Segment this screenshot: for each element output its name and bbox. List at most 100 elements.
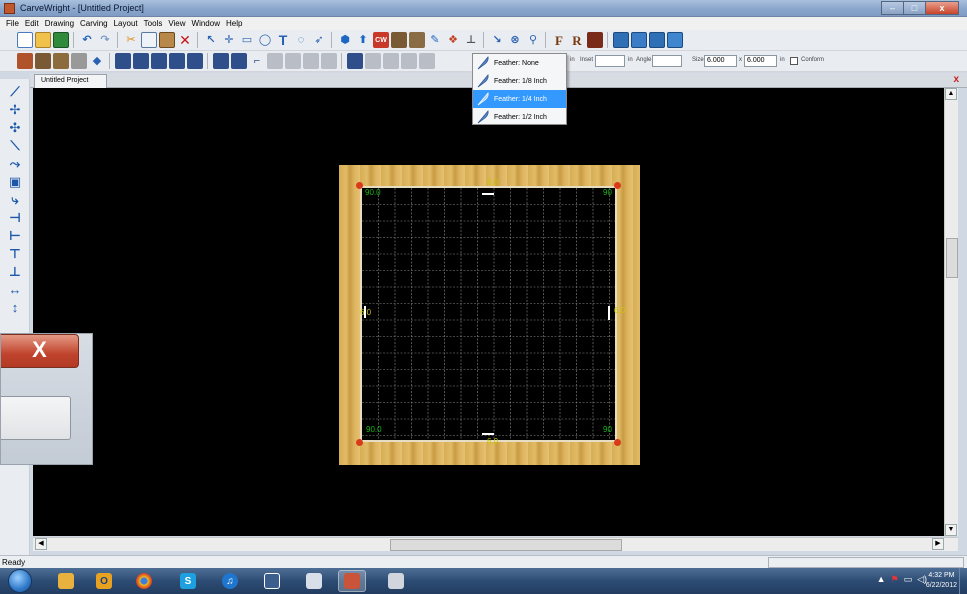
delete-icon[interactable]: ✕ xyxy=(177,32,193,48)
layer-4-icon[interactable] xyxy=(401,53,417,69)
carve-2-icon[interactable] xyxy=(133,53,149,69)
skype-taskbar-icon[interactable]: S xyxy=(174,570,202,592)
horizontal-scroll-thumb[interactable] xyxy=(390,539,622,551)
bezier-tool-icon[interactable]: ⤳ xyxy=(8,156,22,171)
front-view-icon[interactable]: F xyxy=(551,32,567,48)
cw-icon[interactable]: CW xyxy=(373,32,389,48)
adjust-1-icon[interactable] xyxy=(267,53,283,69)
carve-region-icon[interactable]: ⬢ xyxy=(337,32,353,48)
carve-1-icon[interactable] xyxy=(115,53,131,69)
corner-handle-top-left[interactable] xyxy=(356,182,363,189)
corner-handle-bottom-left[interactable] xyxy=(356,439,363,446)
pattern-icon[interactable] xyxy=(391,32,407,48)
itunes-taskbar-icon[interactable]: ♫ xyxy=(216,570,244,592)
carve-4-icon[interactable] xyxy=(169,53,185,69)
align-center-icon[interactable]: ⊢ xyxy=(8,228,22,243)
measure-vertical-icon[interactable]: ↕ xyxy=(8,300,22,315)
close-button[interactable]: x xyxy=(925,1,959,15)
menu-tools[interactable]: Tools xyxy=(141,17,166,30)
distribute-icon[interactable]: ⊥ xyxy=(8,264,22,279)
new-file-icon[interactable] xyxy=(17,32,33,48)
size-x-input[interactable]: 6.000 xyxy=(704,55,737,67)
pan-icon[interactable]: ✛ xyxy=(221,32,237,48)
zoom-icon[interactable]: ⚲ xyxy=(525,32,541,48)
render-view-icon[interactable] xyxy=(667,32,683,48)
circle-tool-icon[interactable]: ◯ xyxy=(257,32,273,48)
edge-handle-right[interactable] xyxy=(608,306,610,320)
texture-icon[interactable] xyxy=(409,32,425,48)
node-tool-icon[interactable]: ✢ xyxy=(8,102,22,117)
stamp-icon[interactable]: ⊥ xyxy=(463,32,479,48)
vertical-scroll-thumb[interactable] xyxy=(946,238,958,278)
measure-horizontal-icon[interactable]: ↔ xyxy=(8,282,22,297)
simulate-icon[interactable]: ↘ xyxy=(489,32,505,48)
inset-input[interactable] xyxy=(595,55,625,67)
paint-taskbar-icon[interactable] xyxy=(300,570,328,592)
copy-icon[interactable] xyxy=(141,32,157,48)
feather-dropdown-icon[interactable]: ✎ xyxy=(427,32,443,48)
size-y-input[interactable]: 6.000 xyxy=(744,55,777,67)
arc-tool-icon[interactable]: ⟍ xyxy=(8,138,22,153)
bit-select-icon[interactable] xyxy=(17,53,33,69)
tray-expand-icon[interactable]: ▲ xyxy=(877,574,886,585)
scroll-down-icon[interactable]: ▼ xyxy=(945,524,957,536)
explorer-taskbar-icon[interactable] xyxy=(52,570,80,592)
scroll-left-icon[interactable]: ◀ xyxy=(35,538,47,550)
redo-icon[interactable]: ↷ xyxy=(97,32,113,48)
grid-view-icon[interactable] xyxy=(649,32,665,48)
feather-half-item[interactable]: Feather: 1/2 Inch xyxy=(473,108,566,126)
menu-carving[interactable]: Carving xyxy=(77,17,111,30)
app-icon[interactable] xyxy=(4,3,15,14)
text-tool-icon[interactable]: T xyxy=(275,32,291,48)
feather-none-item[interactable]: Feather: None xyxy=(473,54,566,72)
carve-3-icon[interactable] xyxy=(151,53,167,69)
feather-quarter-item[interactable]: Feather: 1/4 Inch xyxy=(473,90,566,108)
box-tool-icon[interactable]: ▣ xyxy=(8,174,22,189)
show-desktop-button[interactable] xyxy=(959,568,967,594)
conform-checkbox[interactable] xyxy=(790,57,798,65)
carve-5-icon[interactable] xyxy=(187,53,203,69)
flag-icon[interactable]: ⚑ xyxy=(890,574,898,585)
shape-tool-icon[interactable]: ◌ xyxy=(293,32,309,48)
vertical-scrollbar[interactable]: ▲ ▼ xyxy=(944,88,958,536)
edge-handle-top[interactable] xyxy=(482,193,494,195)
adjust-3-icon[interactable] xyxy=(303,53,319,69)
scroll-up-icon[interactable]: ▲ xyxy=(945,88,957,100)
cursor-tool-icon[interactable]: ➶ xyxy=(311,32,327,48)
dialog-close-button[interactable]: X xyxy=(1,334,79,368)
carving-grid[interactable] xyxy=(360,186,617,442)
curve-tool-icon[interactable]: ⤷ xyxy=(8,192,22,207)
text-carve-icon[interactable] xyxy=(213,53,229,69)
chrome-taskbar-icon[interactable] xyxy=(130,570,158,592)
edge-handle-bottom[interactable] xyxy=(482,433,494,435)
open-folder-icon[interactable] xyxy=(35,32,51,48)
outline-icon[interactable]: ⌐ xyxy=(249,53,265,69)
view-2d-icon[interactable] xyxy=(613,32,629,48)
app-taskbar-icon[interactable] xyxy=(258,570,286,592)
view-3d-icon[interactable] xyxy=(631,32,647,48)
menu-help[interactable]: Help xyxy=(223,17,245,30)
scroll-right-icon[interactable]: ▶ xyxy=(932,538,944,550)
tool-path-icon[interactable] xyxy=(71,53,87,69)
align-right-icon[interactable]: ⊤ xyxy=(8,246,22,261)
save-icon[interactable] xyxy=(53,32,69,48)
menu-file[interactable]: File xyxy=(3,17,22,30)
paste-icon[interactable] xyxy=(159,32,175,48)
adjust-2-icon[interactable] xyxy=(285,53,301,69)
corner-handle-bottom-right[interactable] xyxy=(614,439,621,446)
board-icon[interactable] xyxy=(35,53,51,69)
corner-handle-top-right[interactable] xyxy=(614,182,621,189)
rear-view-icon[interactable]: R xyxy=(569,32,585,48)
board-view-icon[interactable] xyxy=(587,32,603,48)
bit-icon[interactable]: ❖ xyxy=(445,32,461,48)
cut-icon[interactable]: ✂ xyxy=(123,32,139,48)
gem-icon[interactable]: ◆ xyxy=(89,53,105,69)
horizontal-scrollbar[interactable]: ◀ ▶ xyxy=(33,537,958,551)
document-close-icon[interactable]: x xyxy=(953,74,959,85)
network-icon[interactable]: ▭ xyxy=(904,574,913,585)
select-arrow-icon[interactable]: ↖ xyxy=(203,32,219,48)
menu-edit[interactable]: Edit xyxy=(22,17,42,30)
menu-layout[interactable]: Layout xyxy=(111,17,141,30)
dialog-button[interactable] xyxy=(1,396,71,440)
menu-window[interactable]: Window xyxy=(189,17,223,30)
